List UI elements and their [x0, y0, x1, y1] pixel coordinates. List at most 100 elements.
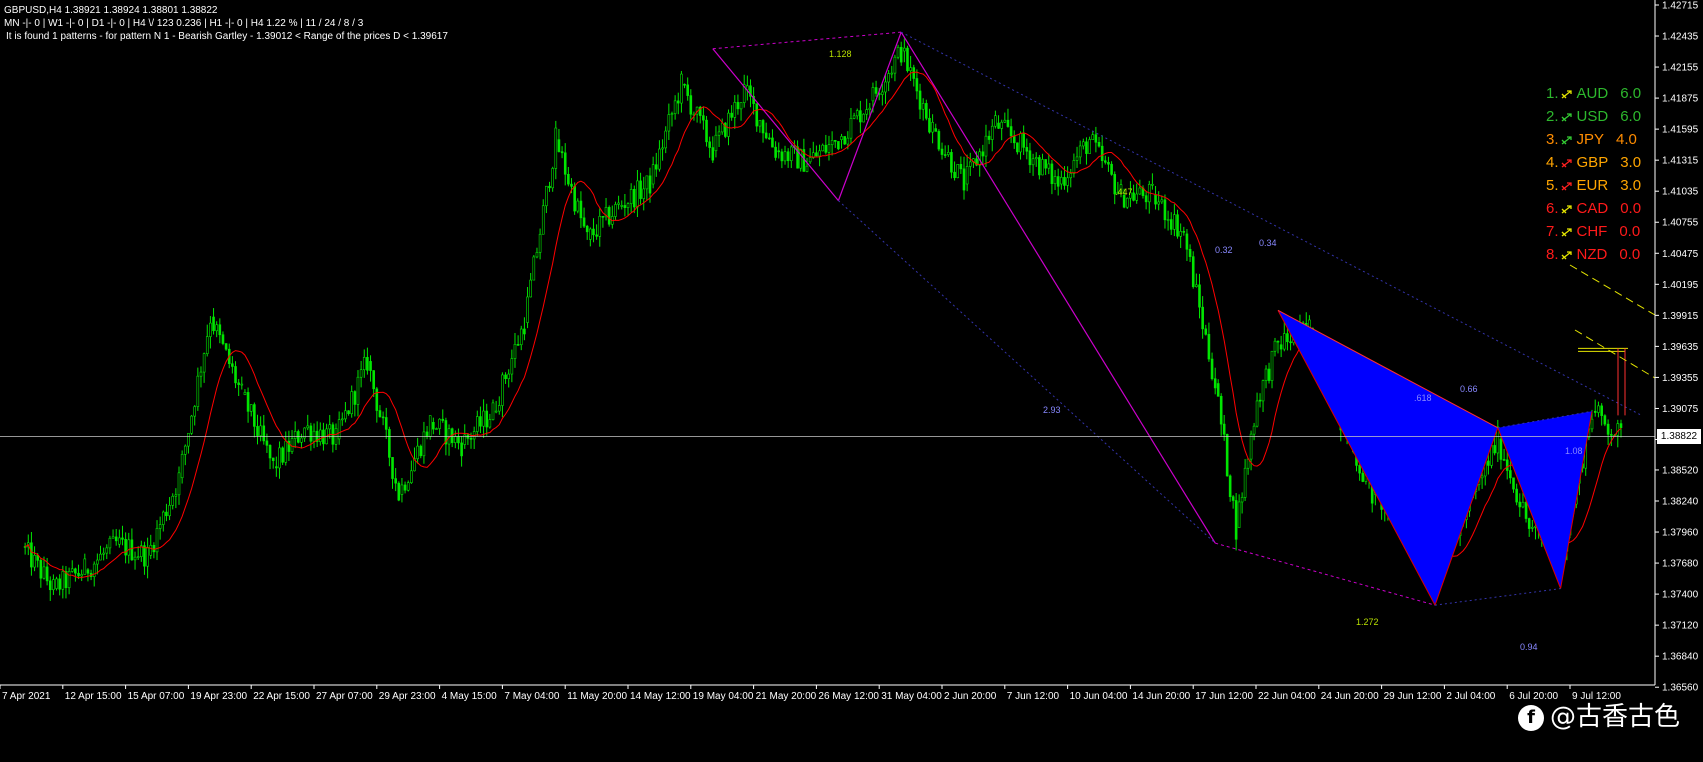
candle: [428, 415, 432, 440]
currency-strength-row: 3. JPY 4.0: [1546, 129, 1637, 151]
candle: [491, 399, 495, 421]
trend-arrow-icon: [1561, 228, 1572, 237]
strength-currency: GBP: [1576, 154, 1609, 171]
time-tick-label: 14 May 12:00: [630, 691, 691, 702]
time-tick-label: 14 Jun 20:00: [1132, 691, 1190, 702]
time-tick-label: 29 Jun 12:00: [1384, 691, 1442, 702]
strength-currency: JPY: [1576, 131, 1605, 148]
time-tick-label: 19 May 04:00: [693, 691, 754, 702]
watermark: f @古香古色: [1518, 696, 1680, 733]
price-tick-label: 1.40475: [1662, 249, 1699, 260]
price-tick-label: 1.39635: [1662, 342, 1699, 353]
candle: [956, 164, 960, 179]
time-tick-label: 2 Jul 04:00: [1446, 691, 1495, 702]
currency-strength-row: 7. CHF 0.0: [1546, 221, 1640, 243]
strength-rank: 2.: [1546, 108, 1559, 125]
trend-arrow-icon: [1561, 205, 1572, 214]
watermark-text: @古香古色: [1550, 702, 1681, 732]
time-tick-label: 12 Apr 15:00: [65, 691, 122, 702]
periods-info-line: MN -|- 0 | W1 -|- 0 | D1 -|- 0 | H4 \/ 1…: [4, 18, 364, 29]
strength-value: 3.0: [1620, 154, 1642, 171]
candle: [532, 255, 536, 281]
strength-rank: 5.: [1546, 177, 1559, 194]
price-axis[interactable]: 1.42715 1.42435 1.42155 1.41875 1.41595 1.413…: [1654, 0, 1699, 694]
time-tick-label: 22 Apr 15:00: [253, 691, 310, 702]
trend-arrow-icon: [1561, 159, 1572, 168]
currency-strength-row: 1. AUD 6.0: [1546, 83, 1641, 105]
price-tick-label: 1.37960: [1662, 528, 1699, 539]
price-tick-label: 1.42155: [1662, 63, 1699, 74]
candle: [397, 481, 401, 502]
strength-value: 4.0: [1616, 131, 1637, 148]
price-tick-label: 1.41035: [1662, 187, 1699, 198]
candle: [724, 122, 727, 139]
currency-strength-row: 4. GBP 3.0: [1546, 152, 1641, 174]
price-tick-label: 1.39355: [1662, 373, 1699, 384]
price-chart[interactable]: 0.32 0.34 .618 0.66 1.08 1.272 0.94 1.128 2.93 .4…: [0, 0, 1703, 762]
strength-currency: AUD: [1576, 85, 1609, 102]
candle: [837, 141, 840, 151]
price-tick-label: 1.36560: [1662, 683, 1699, 694]
time-tick-label: 21 May 20:00: [756, 691, 817, 702]
candle: [1191, 251, 1195, 289]
price-tick-label: 1.38520: [1662, 465, 1699, 476]
candle: [937, 129, 941, 152]
candle: [799, 148, 803, 172]
time-tick-label: 4 May 15:00: [442, 691, 497, 702]
ratio-label: .447: [1115, 187, 1133, 197]
ratio-label: 1.08: [1565, 446, 1583, 456]
price-tick-label: 1.42435: [1662, 32, 1699, 43]
price-tick-label: 1.41315: [1662, 156, 1699, 167]
strength-value: 6.0: [1620, 108, 1642, 125]
ratio-label: 0.94: [1520, 642, 1538, 652]
strength-value: 3.0: [1620, 177, 1642, 194]
price-tick-label: 1.38240: [1662, 497, 1699, 508]
strength-value: 0.0: [1619, 246, 1641, 263]
time-tick-label: 7 Jun 12:00: [1007, 691, 1060, 702]
time-tick-label: 22 Jun 04:00: [1258, 691, 1316, 702]
candle: [862, 113, 865, 123]
strength-currency: CAD: [1576, 200, 1609, 217]
pattern-info-line: It is found 1 patterns - for pattern N 1…: [6, 31, 448, 42]
time-tick-label: 7 May 04:00: [504, 691, 559, 702]
strength-value: 0.0: [1619, 223, 1641, 240]
price-tick-label: 1.39915: [1662, 311, 1699, 322]
ratio-label: 1.272: [1356, 617, 1379, 627]
strength-currency: NZD: [1576, 246, 1608, 263]
ratio-label: 1.128: [829, 49, 852, 59]
strength-currency: CHF: [1576, 223, 1608, 240]
candle: [1225, 433, 1229, 477]
time-tick-label: 2 Jun 20:00: [944, 691, 997, 702]
chart-background: [0, 0, 1703, 762]
currency-strength-row: 8. NZD 0.0: [1546, 244, 1640, 266]
price-tick-label: 1.37120: [1662, 621, 1699, 632]
candle: [190, 414, 193, 435]
currency-strength-row: 5. EUR 3.0: [1546, 175, 1641, 197]
strength-rank: 4.: [1546, 154, 1559, 171]
candle: [55, 576, 58, 591]
time-tick-label: 19 Apr 23:00: [190, 691, 247, 702]
candle: [551, 166, 554, 192]
strength-value: 6.0: [1620, 85, 1642, 102]
time-tick-label: 31 May 04:00: [881, 691, 942, 702]
strength-rank: 6.: [1546, 200, 1559, 217]
time-tick-label: 29 Apr 23:00: [379, 691, 436, 702]
symbol-info-line: GBPUSD,H4 1.38921 1.38924 1.38801 1.3882…: [4, 5, 218, 16]
candle: [607, 205, 611, 227]
price-tick-label: 1.41595: [1662, 125, 1699, 136]
candle: [705, 115, 708, 147]
candle: [1125, 197, 1129, 209]
trend-arrow-icon: [1561, 136, 1572, 145]
ratio-label: 0.32: [1215, 245, 1233, 255]
strength-value: 0.0: [1620, 200, 1642, 217]
strength-currency: USD: [1576, 108, 1609, 125]
price-tick-label: 1.39075: [1662, 404, 1699, 415]
price-tick-label: 1.41875: [1662, 94, 1699, 105]
ratio-label: .618: [1414, 393, 1432, 403]
trend-arrow-icon: [1561, 182, 1572, 191]
price-tick-label: 1.42715: [1662, 0, 1699, 11]
strength-rank: 7.: [1546, 223, 1559, 240]
strength-rank: 1.: [1546, 85, 1559, 102]
time-tick-label: 7 Apr 2021: [2, 691, 51, 702]
time-tick-label: 26 May 12:00: [818, 691, 879, 702]
